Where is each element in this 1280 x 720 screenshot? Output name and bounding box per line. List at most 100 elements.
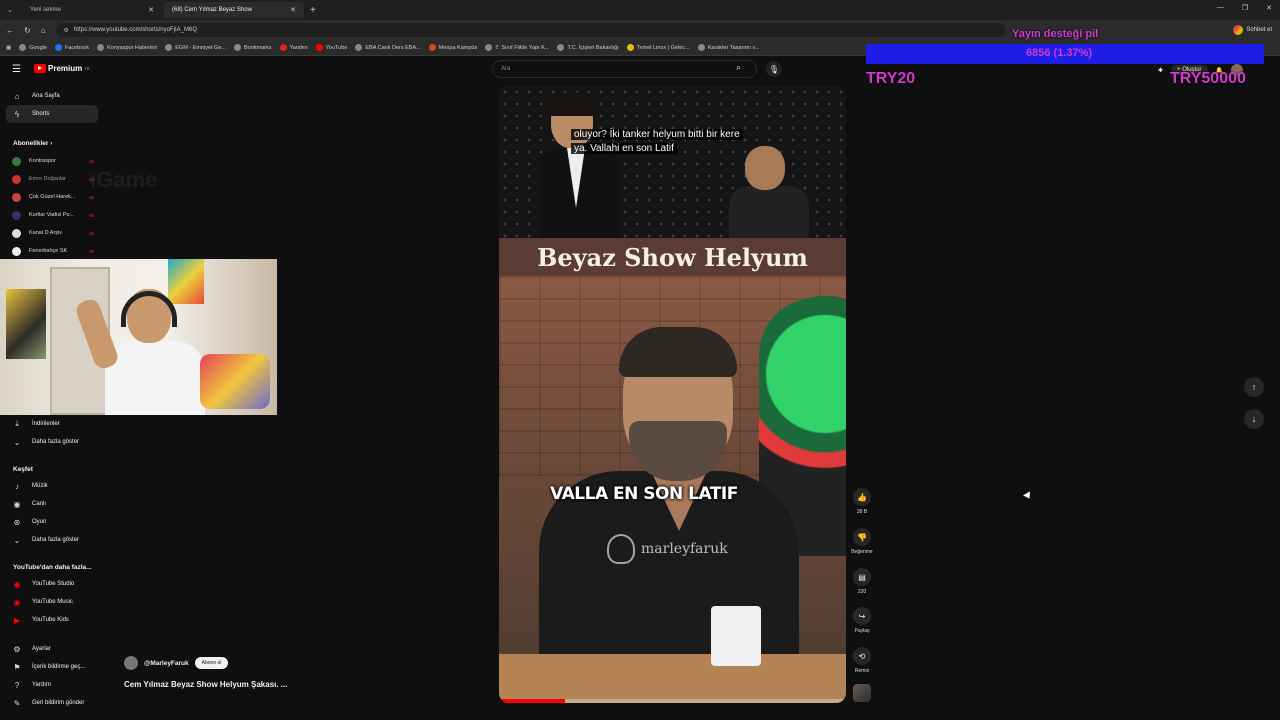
- sidebar-item-help[interactable]: ? Yardım: [6, 676, 98, 694]
- url-text: https://www.youtube.com/shorts/nyoFjIA_M…: [73, 27, 197, 33]
- short-video-player[interactable]: oluyor? İki tanker helyum bitti bir kere…: [499, 86, 846, 703]
- search-icon[interactable]: ⌕: [736, 62, 741, 73]
- bookmark-item[interactable]: Google: [19, 44, 47, 51]
- subscription-item[interactable]: Kanal D Arşiv: [12, 225, 102, 241]
- sidebar-item-youtube-kids[interactable]: ▶ YouTube Kids: [6, 611, 98, 629]
- comment-action: ▤ 220: [848, 568, 876, 595]
- sidebar-item-label: Müzik: [32, 483, 48, 489]
- close-icon[interactable]: ✕: [290, 6, 296, 14]
- arrow-down-icon: ↓: [1251, 414, 1257, 424]
- new-tab-icon[interactable]: +: [310, 5, 316, 16]
- share-label: Paylaş: [854, 628, 870, 634]
- close-window-icon[interactable]: ✕: [1266, 4, 1272, 12]
- mouse-cursor-icon: [1023, 491, 1033, 501]
- bookmark-item[interactable]: EBA Canlı Ders EBA...: [355, 44, 421, 51]
- tab-search-icon[interactable]: ⌄: [0, 6, 20, 14]
- search-input[interactable]: Ara: [492, 60, 757, 78]
- site-info-icon[interactable]: ⚙: [64, 27, 69, 34]
- eba-icon: [355, 44, 363, 51]
- comments-button[interactable]: ▤: [853, 568, 871, 586]
- tab-youtube[interactable]: (68) Cem Yılmaz Beyaz Show ✕: [164, 2, 304, 18]
- share-action: ↪ Paylaş: [848, 607, 876, 634]
- chat-button[interactable]: Sohbet et: [1233, 25, 1272, 35]
- like-button[interactable]: 👍: [853, 488, 871, 506]
- page-icon: [697, 44, 705, 51]
- sidebar-item-settings[interactable]: ⚙ Ayarlar: [6, 640, 98, 658]
- maximize-icon[interactable]: ❐: [1242, 4, 1248, 12]
- next-short-button[interactable]: ↓: [1244, 409, 1264, 429]
- sidebar-item-live[interactable]: ◉ Canlı: [6, 495, 98, 513]
- donation-goal-max: TRY50000: [1170, 70, 1246, 87]
- remix-button[interactable]: ⟲: [853, 647, 871, 665]
- apps-icon[interactable]: ▦: [6, 45, 11, 51]
- chevron-down-icon: ⌄: [13, 535, 21, 545]
- minimize-icon[interactable]: —: [1217, 4, 1224, 12]
- sidebar-item-label: Shorts: [32, 111, 50, 117]
- refresh-icon[interactable]: ↻: [24, 26, 31, 35]
- live-icon: ◉: [13, 499, 21, 509]
- dislike-button[interactable]: 👎: [853, 528, 871, 546]
- bookmark-item[interactable]: Karakter Tasarımı v...: [697, 44, 759, 51]
- watermark-face-icon: [607, 534, 635, 564]
- bookmark-item[interactable]: EGM - Emniyet Ge...: [165, 44, 226, 51]
- mic-icon[interactable]: 🎙: [766, 61, 782, 77]
- subscription-item[interactable]: Emre Doğanlar: [12, 171, 102, 187]
- subscriptions-header[interactable]: Abonelikler ›: [13, 140, 52, 147]
- channel-avatar[interactable]: [124, 656, 138, 670]
- home-icon[interactable]: ⌂: [41, 26, 46, 35]
- close-icon[interactable]: ✕: [148, 6, 154, 14]
- bookmark-label: EGM - Emniyet Ge...: [175, 44, 226, 51]
- linux-icon: [626, 44, 634, 51]
- subscription-item[interactable]: Çok Güzel Harek...: [12, 189, 102, 205]
- sidebar-item-show-more[interactable]: ⌄ Daha fazla göster: [6, 531, 98, 549]
- sidebar-item-feedback[interactable]: ✎ Geri bildirim gönder: [6, 694, 98, 712]
- previous-short-button[interactable]: ↑: [1244, 377, 1264, 397]
- short-subtitle: oluyor? İki tanker helyum bitti bir kere…: [571, 128, 743, 156]
- globe-icon: [97, 44, 105, 51]
- tab-new[interactable]: Yeni sekme ✕: [22, 2, 162, 18]
- subscription-item[interactable]: Fenerbahçe SK: [12, 243, 102, 259]
- subscribe-button[interactable]: Abone ol: [194, 657, 229, 669]
- sidebar-item-show-more[interactable]: ⌄ Daha fazla göster: [6, 433, 98, 451]
- youtube-logo[interactable]: Premium TR: [34, 64, 90, 73]
- share-button[interactable]: ↪: [853, 607, 871, 625]
- sidebar-item-youtube-music[interactable]: ◉ YouTube Music: [6, 593, 98, 611]
- settings-gear-icon[interactable]: ✱: [1158, 67, 1163, 74]
- bookmark-item[interactable]: Bookmarks: [233, 44, 272, 51]
- bookmark-item[interactable]: Yandex: [279, 44, 308, 51]
- sidebar-item-report-history[interactable]: ⚑ İçerik bildirme geç...: [6, 658, 98, 676]
- remix-icon: ⟲: [858, 651, 866, 661]
- bookmark-item[interactable]: Facebook: [54, 44, 89, 51]
- sidebar-item-music[interactable]: ♪ Müzik: [6, 477, 98, 495]
- bookmark-item[interactable]: Konyaspor Haberleri: [97, 44, 157, 51]
- bookmark-item[interactable]: Meripa Kampüs: [428, 44, 477, 51]
- subscription-item[interactable]: Kurtlar Vadisi Pu...: [12, 207, 102, 223]
- live-indicator: [89, 231, 94, 235]
- back-icon[interactable]: ←: [6, 26, 14, 35]
- sidebar-item-downloads[interactable]: ⤓ İndirilenler: [6, 415, 98, 433]
- short-progress-bar[interactable]: [499, 699, 846, 703]
- sidebar-item-gaming[interactable]: ⊛ Oyun: [6, 513, 98, 531]
- url-field[interactable]: ⚙ https://www.youtube.com/shorts/nyoFjIA…: [55, 23, 1006, 37]
- browser-tab-bar: ⌄ Yeni sekme ✕ (68) Cem Yılmaz Beyaz Sho…: [0, 0, 1280, 20]
- bookmark-item[interactable]: T.C. İçişleri Bakanlığı: [557, 44, 619, 51]
- sidebar-item-youtube-studio[interactable]: ◉ YouTube Studio: [6, 575, 98, 593]
- sound-thumbnail[interactable]: [853, 684, 871, 702]
- channel-name[interactable]: @MarleyFaruk: [144, 660, 189, 667]
- sidebar-item-shorts[interactable]: ϟ Shorts: [6, 105, 98, 123]
- more-from-youtube-header: YouTube'dan daha fazla...: [13, 564, 92, 571]
- channel-avatar: [12, 156, 21, 166]
- sound-thumbnail-action: [848, 684, 876, 702]
- google-icon: [19, 44, 27, 51]
- sidebar-item-home[interactable]: ⌂ Ana Sayfa: [6, 87, 98, 105]
- copilot-icon: [1233, 25, 1244, 35]
- short-title[interactable]: Cem Yılmaz Beyaz Show Helyum Şakası. ...: [124, 680, 287, 689]
- bookmark-item[interactable]: YouTube: [315, 44, 347, 51]
- menu-icon[interactable]: ☰: [12, 64, 21, 75]
- gear-icon: ⚙: [13, 644, 21, 654]
- bookmark-label: EBA Canlı Ders EBA...: [365, 44, 421, 51]
- bookmark-item[interactable]: Temel Linux | Gelec...: [626, 44, 690, 51]
- bookmark-item[interactable]: 7. Sınıf Fiilde Yapı K...: [485, 44, 549, 51]
- sidebar-item-label: YouTube Music: [32, 599, 73, 605]
- subscription-item[interactable]: Kontraspor: [12, 153, 102, 169]
